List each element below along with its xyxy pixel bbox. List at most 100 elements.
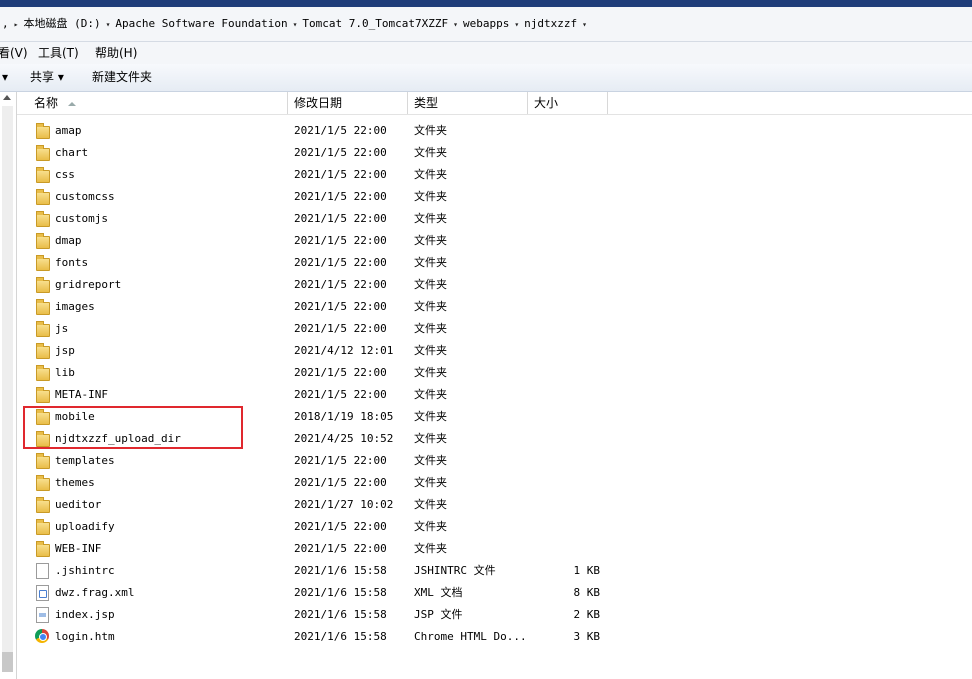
list-item[interactable]: customjs 2021/1/5 22:00 文件夹 bbox=[17, 208, 972, 230]
file-name: jsp bbox=[55, 344, 75, 357]
file-name: amap bbox=[55, 124, 82, 137]
folder-icon bbox=[34, 123, 50, 139]
list-item[interactable]: lib 2021/1/5 22:00 文件夹 bbox=[17, 362, 972, 384]
breadcrumb: , ▸ 本地磁盘 (D:) ▾ Apache Software Foundation ▾ T… bbox=[0, 15, 590, 33]
list-item[interactable]: themes 2021/1/5 22:00 文件夹 bbox=[17, 472, 972, 494]
list-item[interactable]: js 2021/1/5 22:00 文件夹 bbox=[17, 318, 972, 340]
file-date: 2021/1/5 22:00 bbox=[294, 476, 387, 489]
menu-help[interactable]: 帮助(H) bbox=[95, 45, 137, 61]
file-type: 文件夹 bbox=[414, 432, 447, 445]
folder-icon bbox=[34, 321, 50, 337]
list-item[interactable]: WEB-INF 2021/1/5 22:00 文件夹 bbox=[17, 538, 972, 560]
file-size: 2 KB bbox=[573, 608, 601, 621]
file-type: XML 文档 bbox=[414, 586, 463, 599]
new-folder-button[interactable]: 新建文件夹 bbox=[92, 69, 152, 85]
breadcrumb-item[interactable]: Apache Software Foundation bbox=[113, 17, 289, 30]
navigation-pane[interactable] bbox=[0, 92, 17, 679]
folder-icon bbox=[34, 475, 50, 491]
file-name: templates bbox=[55, 454, 115, 467]
folder-icon bbox=[34, 519, 50, 535]
list-item[interactable]: images 2021/1/5 22:00 文件夹 bbox=[17, 296, 972, 318]
list-item[interactable]: customcss 2021/1/5 22:00 文件夹 bbox=[17, 186, 972, 208]
breadcrumb-item[interactable]: Tomcat 7.0_Tomcat7XZZF bbox=[300, 17, 450, 30]
chevron-down-icon[interactable]: ▾ bbox=[511, 20, 522, 29]
file-date: 2021/1/5 22:00 bbox=[294, 542, 387, 555]
list-item[interactable]: dwz.frag.xml 2021/1/6 15:58 XML 文档 8 KB bbox=[17, 582, 972, 604]
chevron-down-icon[interactable]: ▾ bbox=[290, 20, 301, 29]
scroll-up-icon[interactable] bbox=[3, 95, 11, 100]
file-size bbox=[534, 186, 600, 208]
file-icon bbox=[34, 563, 50, 579]
list-item[interactable]: gridreport 2021/1/5 22:00 文件夹 bbox=[17, 274, 972, 296]
file-size: 1 KB bbox=[573, 564, 601, 577]
chevron-down-icon[interactable]: ▾ bbox=[579, 20, 590, 29]
file-size bbox=[534, 406, 600, 428]
list-item[interactable]: jsp 2021/4/12 12:01 文件夹 bbox=[17, 340, 972, 362]
breadcrumb-item[interactable]: njdtxzzf bbox=[522, 17, 579, 30]
file-size bbox=[534, 252, 600, 274]
file-name: login.htm bbox=[55, 630, 115, 643]
file-name: gridreport bbox=[55, 278, 122, 291]
file-type: 文件夹 bbox=[414, 366, 447, 379]
list-item[interactable]: ueditor 2021/1/27 10:02 文件夹 bbox=[17, 494, 972, 516]
list-item[interactable]: amap 2021/1/5 22:00 文件夹 bbox=[17, 120, 972, 142]
file-type: 文件夹 bbox=[414, 344, 447, 357]
file-name: dmap bbox=[55, 234, 82, 247]
file-size bbox=[534, 230, 600, 252]
scrollbar-track[interactable] bbox=[2, 106, 13, 666]
file-size bbox=[534, 142, 600, 164]
file-size bbox=[534, 296, 600, 318]
list-item[interactable]: templates 2021/1/5 22:00 文件夹 bbox=[17, 450, 972, 472]
menu-view[interactable]: 看(V) bbox=[0, 45, 28, 61]
list-item[interactable]: fonts 2021/1/5 22:00 文件夹 bbox=[17, 252, 972, 274]
jsp-file-icon bbox=[34, 607, 50, 623]
column-size[interactable]: 大小 bbox=[528, 92, 608, 114]
file-type: JSHINTRC 文件 bbox=[414, 564, 496, 577]
column-type[interactable]: 类型 bbox=[408, 92, 528, 114]
file-name: ueditor bbox=[55, 498, 102, 511]
scrollbar-thumb[interactable] bbox=[2, 652, 13, 672]
folder-icon bbox=[34, 189, 50, 205]
file-type: Chrome HTML Do... bbox=[414, 630, 527, 643]
file-type: 文件夹 bbox=[414, 300, 447, 313]
address-bar[interactable]: , ▸ 本地磁盘 (D:) ▾ Apache Software Foundation ▾ T… bbox=[0, 7, 972, 42]
folder-icon bbox=[34, 145, 50, 161]
xml-file-icon bbox=[34, 585, 50, 601]
file-date: 2021/1/5 22:00 bbox=[294, 234, 387, 247]
chevron-down-icon[interactable]: ▾ bbox=[103, 20, 114, 29]
file-size: 8 KB bbox=[573, 586, 601, 599]
breadcrumb-item[interactable]: 本地磁盘 (D:) bbox=[21, 17, 102, 30]
list-item[interactable]: index.jsp 2021/1/6 15:58 JSP 文件 2 KB bbox=[17, 604, 972, 626]
menu-bar: 看(V) 工具(T) 帮助(H) bbox=[0, 42, 972, 64]
file-size bbox=[534, 340, 600, 362]
file-type: 文件夹 bbox=[414, 542, 447, 555]
share-button[interactable]: 共享 ▾ bbox=[30, 69, 64, 85]
column-name[interactable]: 名称 bbox=[17, 92, 288, 114]
file-list: amap 2021/1/5 22:00 文件夹 chart 2021/1/5 22:00… bbox=[17, 120, 972, 648]
chevron-down-icon[interactable]: ▾ bbox=[450, 20, 461, 29]
column-date[interactable]: 修改日期 bbox=[288, 92, 408, 114]
breadcrumb-item[interactable]: webapps bbox=[461, 17, 511, 30]
column-date-label: 修改日期 bbox=[294, 96, 343, 110]
file-size bbox=[534, 120, 600, 142]
file-date: 2021/1/5 22:00 bbox=[294, 520, 387, 533]
menu-tools[interactable]: 工具(T) bbox=[38, 45, 79, 61]
list-item[interactable]: chart 2021/1/5 22:00 文件夹 bbox=[17, 142, 972, 164]
file-type: 文件夹 bbox=[414, 190, 447, 203]
folder-icon bbox=[34, 167, 50, 183]
column-size-label: 大小 bbox=[534, 96, 559, 110]
list-item[interactable]: .jshintrc 2021/1/6 15:58 JSHINTRC 文件 1 KB bbox=[17, 560, 972, 582]
file-date: 2021/1/6 15:58 bbox=[294, 586, 387, 599]
sort-ascending-icon bbox=[68, 101, 77, 106]
list-item[interactable]: uploadify 2021/1/5 22:00 文件夹 bbox=[17, 516, 972, 538]
list-item[interactable]: login.htm 2021/1/6 15:58 Chrome HTML Do...… bbox=[17, 626, 972, 648]
folder-icon bbox=[34, 211, 50, 227]
chevron-right-icon[interactable]: ▸ bbox=[11, 20, 22, 29]
list-item[interactable]: css 2021/1/5 22:00 文件夹 bbox=[17, 164, 972, 186]
list-item[interactable]: META-INF 2021/1/5 22:00 文件夹 bbox=[17, 384, 972, 406]
file-type: 文件夹 bbox=[414, 212, 447, 225]
folder-icon bbox=[34, 343, 50, 359]
list-item[interactable]: dmap 2021/1/5 22:00 文件夹 bbox=[17, 230, 972, 252]
file-name: customjs bbox=[55, 212, 108, 225]
chevron-down-icon[interactable]: ▾ bbox=[2, 69, 8, 85]
